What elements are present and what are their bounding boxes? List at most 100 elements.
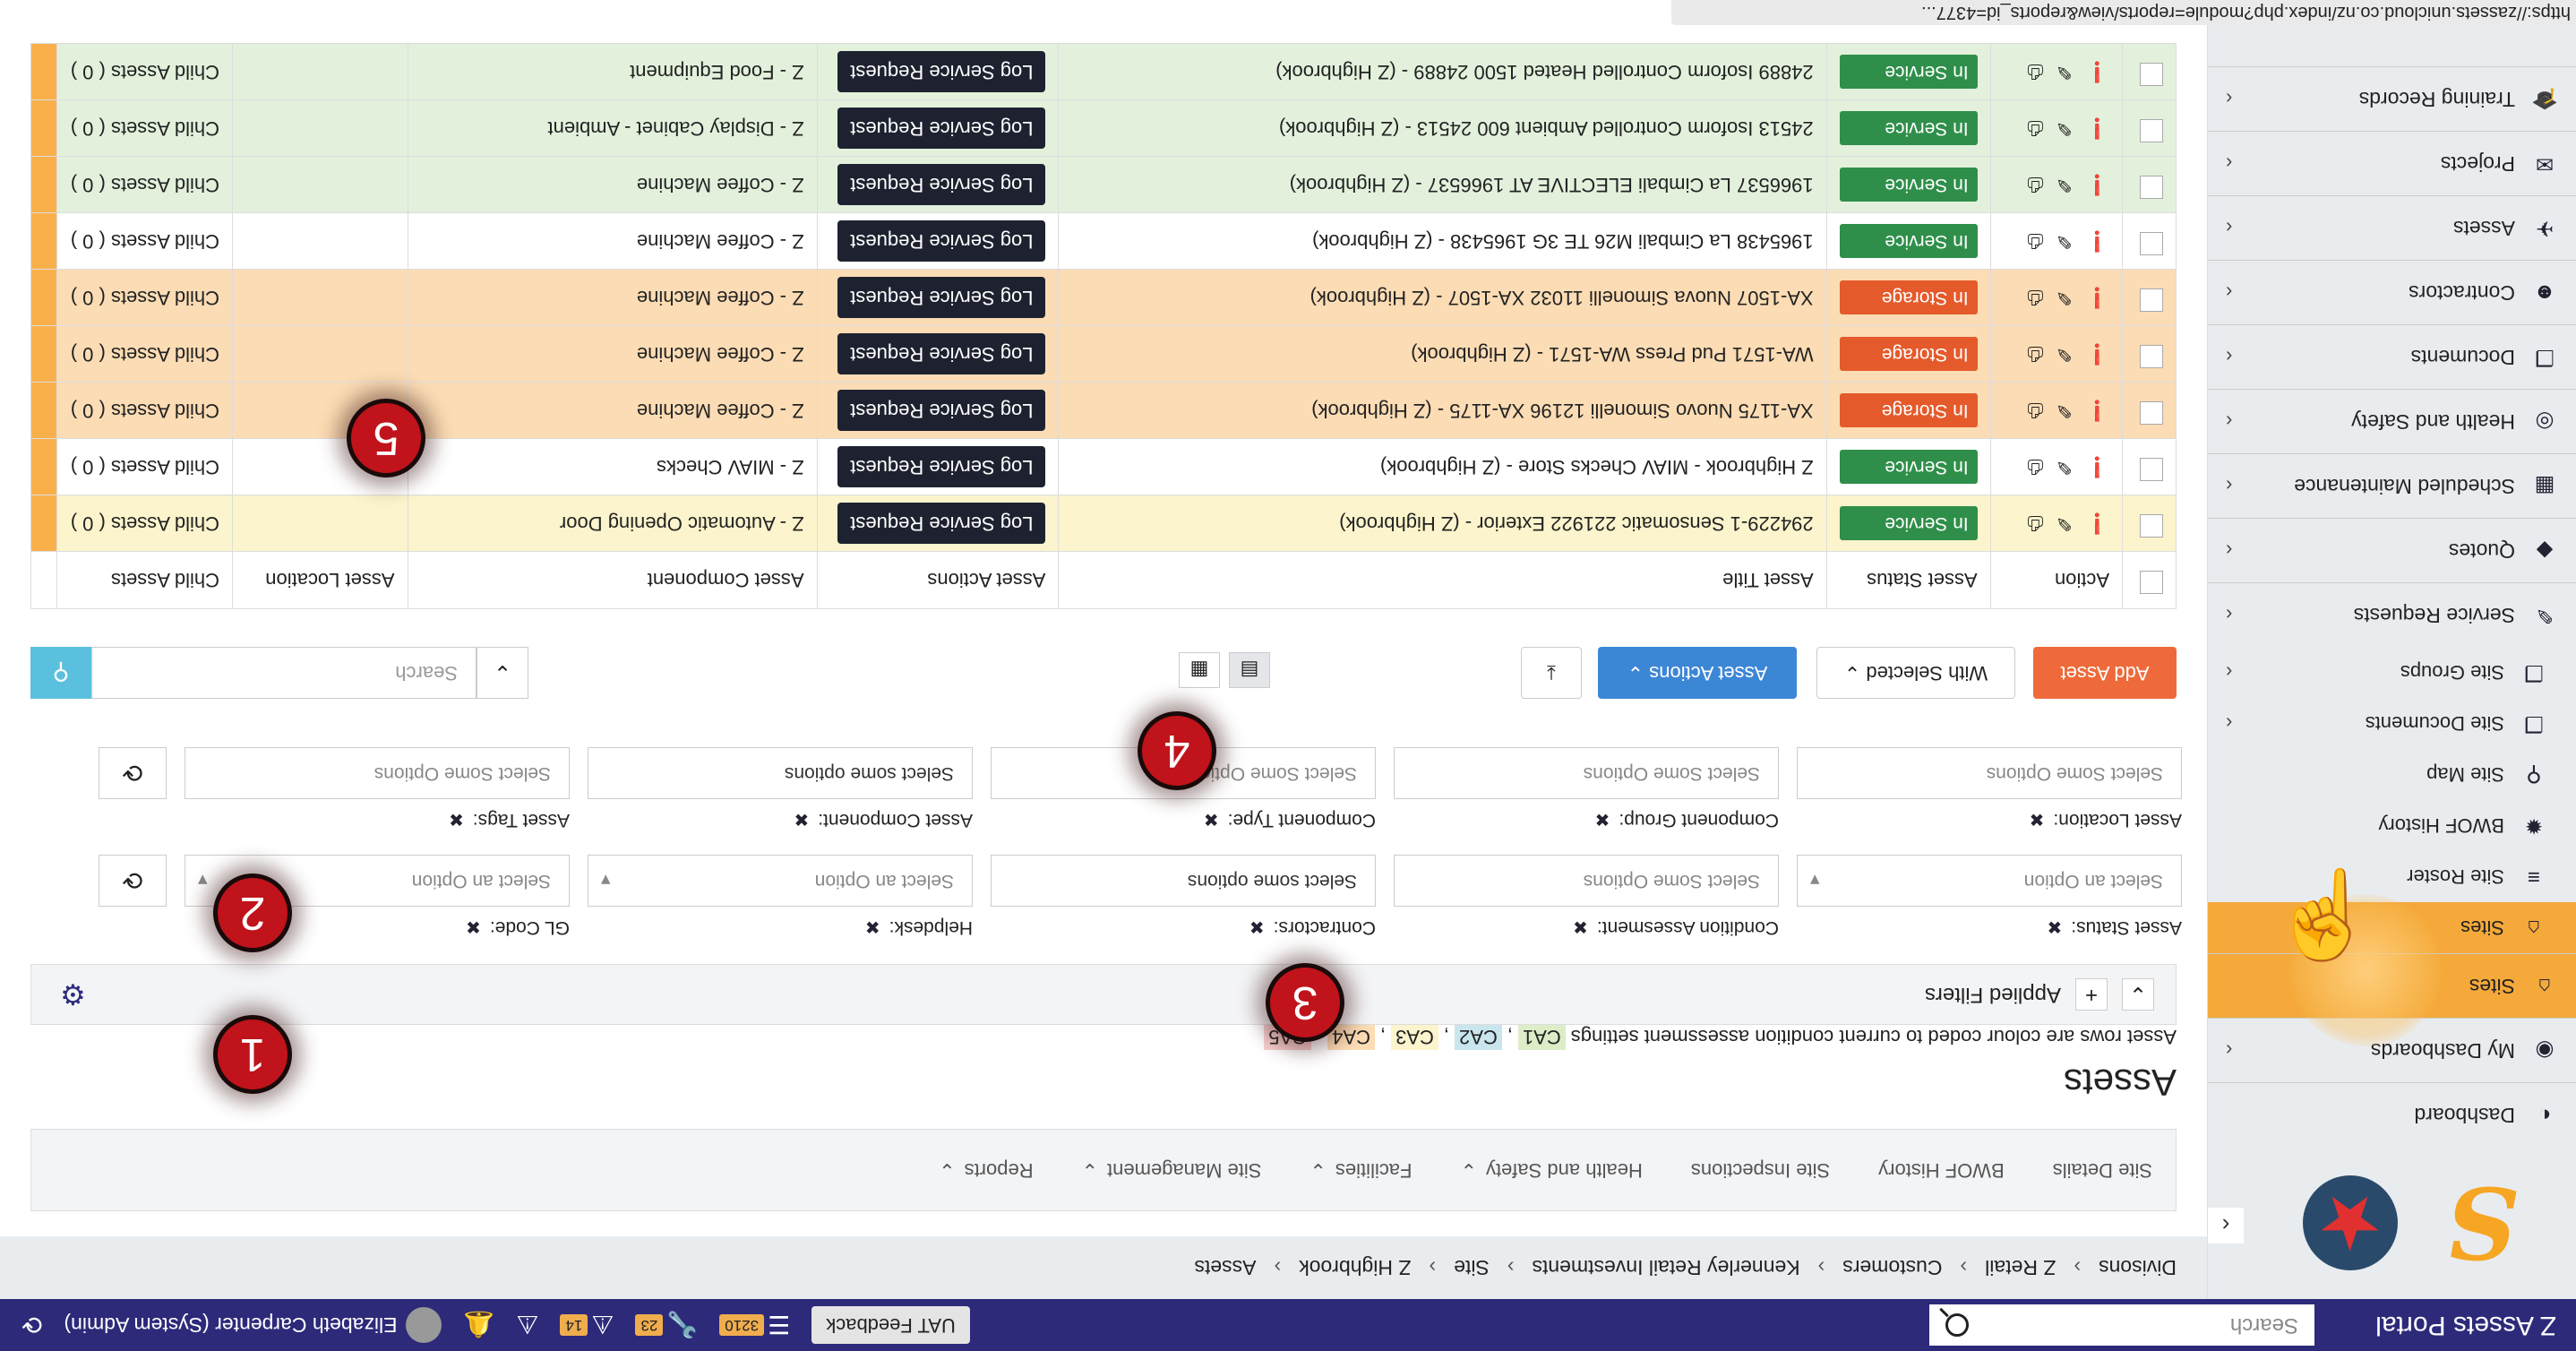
uat-feedback-button[interactable]: UAT Feedback: [811, 1306, 970, 1344]
log-service-request-button[interactable]: Log Service Request: [837, 164, 1046, 205]
notifications-menu[interactable]: 🔔: [463, 1311, 494, 1340]
clear-filter-icon[interactable]: ✖: [466, 916, 481, 939]
app-title[interactable]: Z Assets Portal: [2314, 1310, 2556, 1340]
breadcrumb-item[interactable]: Z Retail: [1985, 1256, 2056, 1280]
tab-facilities[interactable]: Facilities ⌄: [1309, 1158, 1412, 1182]
table-search-input[interactable]: Search: [91, 647, 477, 699]
sidebar-item-scheduled-maintenance[interactable]: ▦ Scheduled Maintenance ‹: [2208, 453, 2576, 518]
child-assets-cell[interactable]: Child Assets ( 0 ): [56, 43, 233, 100]
row-checkbox[interactable]: [2140, 514, 2163, 538]
print-icon[interactable]: ⎙: [2028, 455, 2044, 478]
info-icon[interactable]: ❗: [2085, 399, 2109, 422]
notices-menu[interactable]: ⚠: [516, 1311, 538, 1340]
subnav-item-site-groups[interactable]: ❐ Site Groups ‹: [2208, 647, 2576, 698]
sidebar-item-dashboard[interactable]: ◐ Dashboard: [2208, 1082, 2576, 1147]
child-assets-cell[interactable]: Child Assets ( 0 ): [56, 325, 233, 383]
tab-site-inspections[interactable]: Site Inspections: [1691, 1158, 1830, 1182]
chevron-down-icon[interactable]: ⌄: [2122, 978, 2154, 1011]
chevron-down-icon[interactable]: ⌄: [477, 647, 528, 699]
contractors-select[interactable]: Select some options: [991, 855, 1376, 907]
info-icon[interactable]: ❗: [2085, 173, 2109, 196]
edit-icon[interactable]: ✎: [2056, 286, 2072, 309]
row-checkbox[interactable]: [2140, 345, 2163, 368]
edit-icon[interactable]: ✎: [2056, 399, 2072, 422]
column-header[interactable]: Asset Component: [408, 551, 818, 609]
info-icon[interactable]: ❗: [2085, 229, 2109, 253]
column-header[interactable]: Asset Title: [1058, 551, 1827, 609]
tasks-menu[interactable]: ☰ 3210: [719, 1311, 790, 1340]
info-icon[interactable]: ❗: [2085, 286, 2109, 309]
user-menu[interactable]: Elizabeth Carpenter (System Admin): [64, 1307, 442, 1343]
column-header[interactable]: Child Assets: [56, 551, 233, 609]
row-checkbox[interactable]: [2140, 119, 2163, 142]
info-icon[interactable]: ❗: [2085, 116, 2109, 140]
edit-icon[interactable]: ✎: [2056, 342, 2072, 366]
sidebar-item-quotes[interactable]: ◆ Quotes ‹: [2208, 518, 2576, 582]
asset-title-cell[interactable]: XA-1175 Nuovo Simonelli 12196 XA-1175 - …: [1058, 382, 1827, 439]
log-service-request-button[interactable]: Log Service Request: [837, 503, 1046, 544]
search-icon[interactable]: [1945, 1313, 1969, 1337]
sidebar-item-documents[interactable]: ❐ Documents ‹: [2208, 324, 2576, 389]
gear-icon[interactable]: ⚙: [60, 977, 86, 1011]
print-icon[interactable]: ⎙: [2028, 60, 2044, 83]
global-search-input[interactable]: Search: [1929, 1304, 2314, 1346]
tab-site-management[interactable]: Site Management ⌄: [1082, 1158, 1262, 1182]
log-service-request-button[interactable]: Log Service Request: [837, 390, 1046, 431]
refresh-filters-button[interactable]: ⟳: [99, 855, 167, 907]
edit-icon[interactable]: ✎: [2056, 229, 2072, 253]
child-assets-cell[interactable]: Child Assets ( 0 ): [56, 99, 233, 157]
asset-location-select[interactable]: Select Some Options: [1797, 747, 2182, 799]
row-checkbox[interactable]: [2140, 176, 2163, 199]
print-icon[interactable]: ⎙: [2028, 229, 2044, 253]
print-icon[interactable]: ⎙: [2028, 286, 2044, 309]
edit-icon[interactable]: ✎: [2056, 512, 2072, 535]
edit-icon[interactable]: ✎: [2056, 116, 2072, 140]
child-assets-cell[interactable]: Child Assets ( 0 ): [56, 212, 233, 270]
asset-title-cell[interactable]: 24889 Isoform Controlled Heated 1500 248…: [1058, 43, 1827, 100]
alerts-menu[interactable]: ⚠ 14: [560, 1311, 614, 1340]
log-service-request-button[interactable]: Log Service Request: [837, 277, 1046, 318]
print-icon[interactable]: ⎙: [2028, 173, 2044, 196]
print-icon[interactable]: ⎙: [2028, 512, 2044, 535]
select-all-checkbox[interactable]: [2140, 571, 2163, 595]
sidebar-item-training-records[interactable]: 🎓 Training Records ‹: [2208, 66, 2576, 131]
breadcrumb-item[interactable]: Site: [1454, 1256, 1490, 1280]
column-header[interactable]: Asset Actions: [817, 551, 1059, 609]
edit-icon[interactable]: ✎: [2056, 455, 2072, 478]
info-icon[interactable]: ❗: [2085, 512, 2109, 535]
asset-title-cell[interactable]: 294229-1 Sensomatic 221922 Exterior - (Z…: [1058, 495, 1827, 552]
asset-tags-select[interactable]: Select Some Options: [185, 747, 570, 799]
clear-filter-icon[interactable]: ✖: [1573, 916, 1588, 939]
subnav-item-site-map[interactable]: ⚲ Site Map: [2208, 749, 2576, 800]
sidebar-item-service-requests[interactable]: ✎ Service Requests ‹: [2208, 582, 2576, 647]
asset-title-cell[interactable]: WA-1571 Pud Press WA-1571 - (Z Highbrook…: [1058, 325, 1827, 383]
edit-icon[interactable]: ✎: [2056, 173, 2072, 196]
refresh-filters-button[interactable]: ⟳: [99, 747, 167, 799]
clear-filter-icon[interactable]: ✖: [2030, 809, 2045, 831]
row-checkbox[interactable]: [2140, 232, 2163, 255]
asset-title-cell[interactable]: XA-1507 Nuova Simonelli 11032 XA-1507 - …: [1058, 269, 1827, 326]
clear-filter-icon[interactable]: ✖: [1204, 809, 1219, 831]
tab-bwof-history[interactable]: BWOF History: [1878, 1158, 2005, 1182]
info-icon[interactable]: ❗: [2085, 60, 2109, 83]
subnav-item-site-roster[interactable]: ≡ Site Roster: [2208, 851, 2576, 902]
sidebar-item-projects[interactable]: ✉ Projects ‹: [2208, 131, 2576, 195]
search-icon[interactable]: ⚲: [30, 647, 91, 699]
clear-filter-icon[interactable]: ✖: [794, 809, 809, 831]
info-icon[interactable]: ❗: [2085, 455, 2109, 478]
table-view-icon[interactable]: ▤: [1229, 652, 1270, 688]
clear-filter-icon[interactable]: ✖: [1249, 916, 1265, 939]
child-assets-cell[interactable]: Child Assets ( 0 ): [56, 438, 233, 495]
child-assets-cell[interactable]: Child Assets ( 0 ): [56, 156, 233, 213]
log-service-request-button[interactable]: Log Service Request: [837, 333, 1046, 374]
print-icon[interactable]: ⎙: [2028, 116, 2044, 140]
breadcrumb-item[interactable]: Divisons: [2099, 1256, 2177, 1280]
clear-filter-icon[interactable]: ✖: [2048, 916, 2063, 939]
helpdesk-select[interactable]: Select an Option ▾: [588, 855, 973, 907]
breadcrumb-item[interactable]: Z Highbrook: [1299, 1256, 1411, 1280]
sidebar-item-assets[interactable]: ✈ Assets ‹: [2208, 195, 2576, 260]
child-assets-cell[interactable]: Child Assets ( 0 ): [56, 269, 233, 326]
add-asset-button[interactable]: Add Asset: [2033, 647, 2177, 699]
clear-filter-icon[interactable]: ✖: [449, 809, 464, 831]
asset-title-cell[interactable]: Z Highbrook - MIAV Checks Store - (Z Hig…: [1058, 438, 1827, 495]
